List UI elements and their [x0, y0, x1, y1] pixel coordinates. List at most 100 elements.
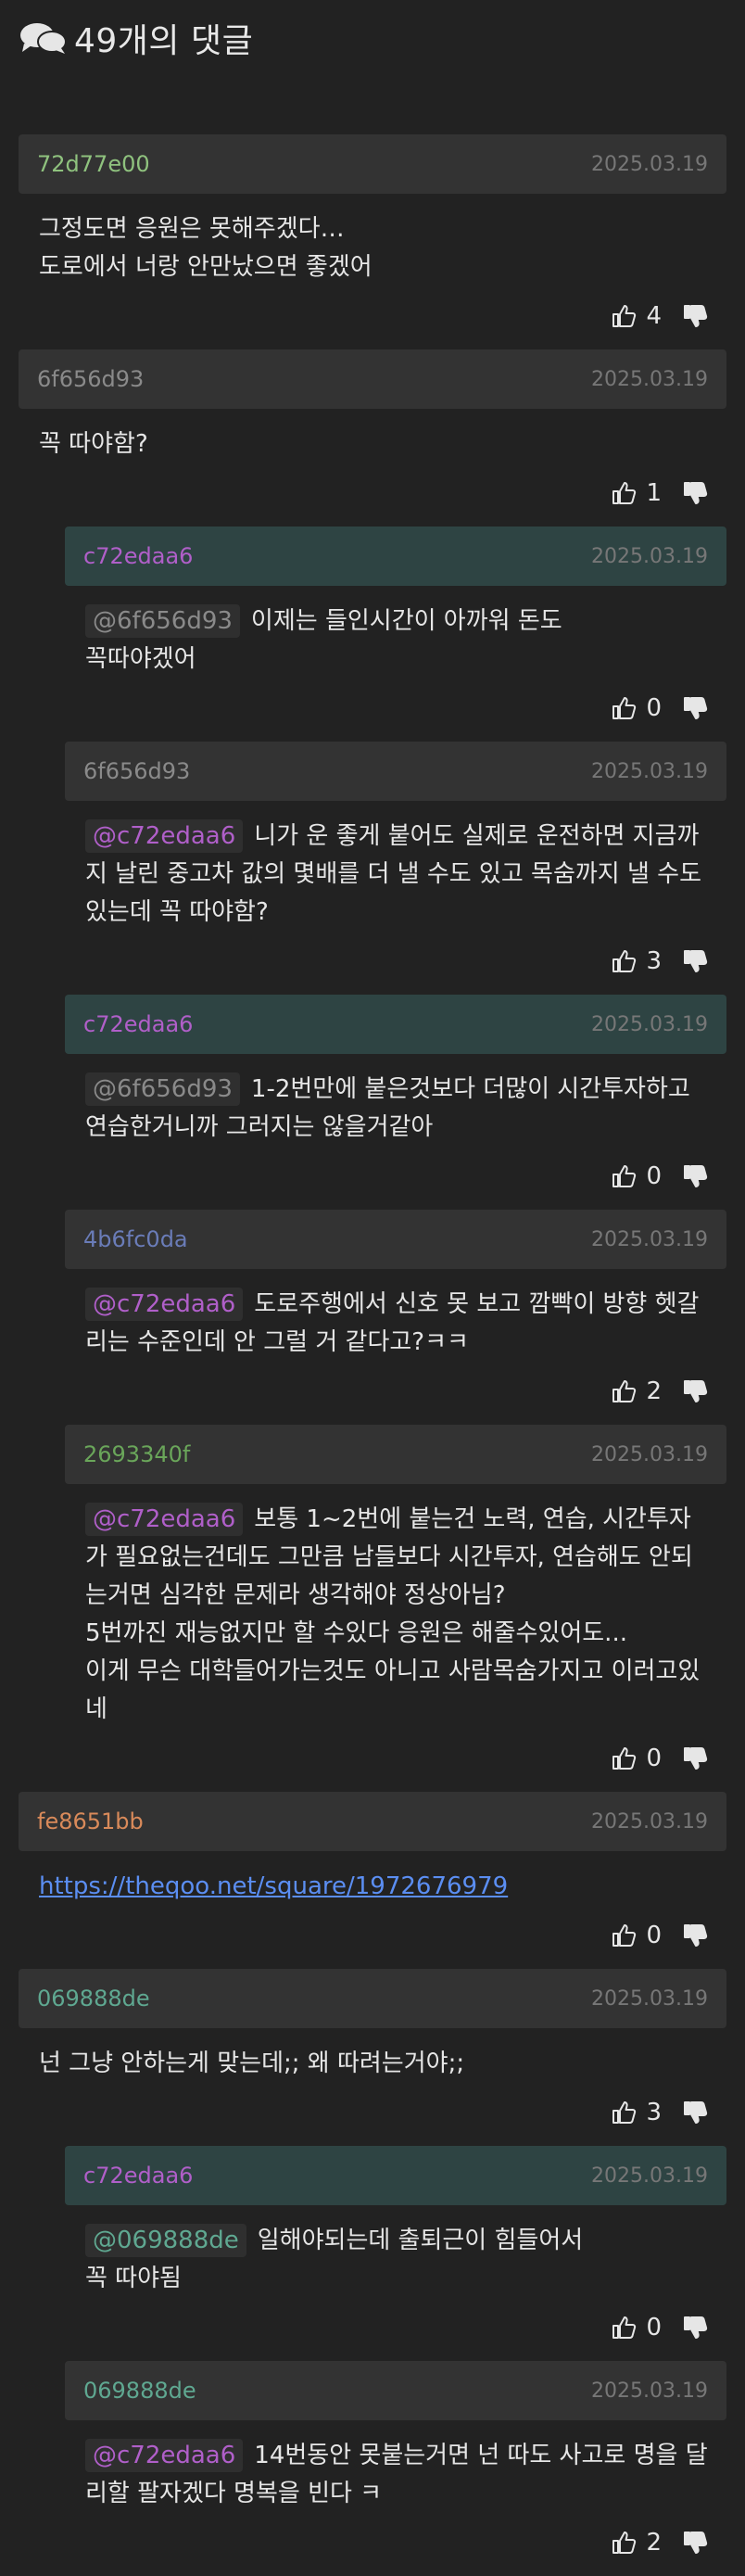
comments-header: 49개의 댓글: [0, 0, 745, 60]
thumbs-down-icon: [682, 948, 708, 974]
like-button[interactable]: 3: [611, 2099, 662, 2126]
comment-header: 6f656d93 2025.03.19: [65, 742, 726, 801]
thumbs-up-icon: [611, 2530, 646, 2556]
comment-author-id[interactable]: 72d77e00: [37, 151, 150, 177]
comment-date: 2025.03.19: [591, 1442, 708, 1466]
dislike-button[interactable]: [682, 1378, 708, 1404]
comment-body: @069888de 일해야되는데 출퇴근이 힘들어서 꼭 따야됨: [65, 2205, 726, 2298]
thumbs-down-icon: [682, 2100, 708, 2126]
comment-date: 2025.03.19: [591, 1986, 708, 2011]
comment-body: @c72edaa6 니가 운 좋게 붙어도 실제로 운전하면 지금까지 날린 중고…: [65, 801, 726, 932]
reply-comment: c72edaa6 2025.03.19 @6f656d93 1-2번만에 붙은것보다 …: [65, 995, 726, 1195]
dislike-button[interactable]: [682, 2530, 708, 2556]
mention-tag[interactable]: @069888de: [85, 2224, 246, 2257]
comment-author-id[interactable]: 2693340f: [83, 1441, 190, 1467]
comment-text: 꼭 따야함?: [39, 430, 148, 458]
mention-tag[interactable]: @6f656d93: [85, 1072, 240, 1106]
comment-author-id[interactable]: c72edaa6: [83, 543, 193, 569]
comment-header: 069888de 2025.03.19: [65, 2361, 726, 2420]
comment-author-id[interactable]: 4b6fc0da: [83, 1226, 188, 1252]
thumbs-down-icon: [682, 480, 708, 506]
comment-body: 그정도면 응원은 못해주겠다… 도로에서 너랑 안만났으면 좋겠어: [19, 194, 726, 286]
reply-comment: c72edaa6 2025.03.19 @6f656d93 이제는 들인시간이 아까워…: [65, 527, 726, 727]
comment-date: 2025.03.19: [591, 152, 708, 176]
like-count: 3: [646, 2099, 662, 2126]
like-button[interactable]: 3: [611, 947, 662, 975]
vote-bar: 0: [65, 1740, 726, 1777]
comment-header: fe8651bb 2025.03.19: [19, 1792, 726, 1851]
comment-author-id[interactable]: fe8651bb: [37, 1808, 144, 1834]
dislike-button[interactable]: [682, 480, 708, 506]
mention-tag[interactable]: @c72edaa6: [85, 2439, 244, 2472]
thumbs-down-icon: [682, 695, 708, 721]
dislike-button[interactable]: [682, 1745, 708, 1771]
comment-header: 2693340f 2025.03.19: [65, 1425, 726, 1484]
like-count: 0: [646, 2314, 662, 2341]
comment-body: https://theqoo.net/square/1972676979: [19, 1851, 726, 1906]
like-button[interactable]: 0: [611, 1922, 662, 1949]
thumbs-up-icon: [611, 2315, 646, 2341]
thumbs-up-icon: [611, 1922, 646, 1948]
mention-tag[interactable]: @c72edaa6: [85, 1288, 244, 1321]
comment-author-id[interactable]: 6f656d93: [83, 758, 190, 784]
comment-list: 72d77e00 2025.03.19 그정도면 응원은 못해주겠다… 도로에서 너…: [19, 134, 726, 2576]
thumbs-down-icon: [682, 303, 708, 329]
like-count: 1: [646, 479, 662, 507]
comments-count-title: 49개의 댓글: [74, 22, 254, 60]
comment: 069888de 2025.03.19 넌 그냥 안하는게 맞는데;; 왜 따려는거…: [19, 1969, 726, 2131]
comment-text: 그정도면 응원은 못해주겠다… 도로에서 너랑 안만났으면 좋겠어: [39, 215, 372, 281]
like-button[interactable]: 2: [611, 2529, 662, 2557]
dislike-button[interactable]: [682, 1922, 708, 1948]
dislike-button[interactable]: [682, 1163, 708, 1189]
comment-date: 2025.03.19: [591, 2379, 708, 2403]
thumbs-down-icon: [682, 1745, 708, 1771]
comment-body: @c72edaa6 도로주행에서 신호 못 보고 깜빡이 방향 헷갈리는 수준인데…: [65, 1269, 726, 1362]
reply-comment: 2693340f 2025.03.19 @c72edaa6 보통 1~2번에 붙는건 …: [65, 1425, 726, 1777]
mention-tag[interactable]: @c72edaa6: [85, 819, 244, 853]
comment-link[interactable]: https://theqoo.net/square/1972676979: [39, 1872, 508, 1900]
comments-page: 49개의 댓글 72d77e00 2025.03.19 그정도면 응원은 못해주겠다…: [0, 0, 745, 2557]
thumbs-up-icon: [611, 948, 646, 974]
like-count: 2: [646, 2529, 662, 2557]
comment-date: 2025.03.19: [591, 759, 708, 783]
vote-bar: 3: [65, 943, 726, 980]
comment-date: 2025.03.19: [591, 367, 708, 391]
mention-tag[interactable]: @6f656d93: [85, 604, 240, 638]
vote-bar: 1: [19, 475, 726, 512]
thumbs-up-icon: [611, 695, 646, 721]
comment-header: c72edaa6 2025.03.19: [65, 527, 726, 586]
dislike-button[interactable]: [682, 2100, 708, 2126]
comment-author-id[interactable]: 6f656d93: [37, 366, 144, 392]
comment-author-id[interactable]: c72edaa6: [83, 1011, 193, 1037]
like-button[interactable]: 0: [611, 694, 662, 722]
comment-date: 2025.03.19: [591, 1809, 708, 1834]
comment-author-id[interactable]: 069888de: [37, 1986, 150, 2011]
dislike-button[interactable]: [682, 303, 708, 329]
like-button[interactable]: 0: [611, 1745, 662, 1772]
dislike-button[interactable]: [682, 2315, 708, 2341]
thumbs-up-icon: [611, 480, 646, 506]
comment-body: 넌 그냥 안하는게 맞는데;; 왜 따려는거야;;: [19, 2028, 726, 2083]
dislike-button[interactable]: [682, 695, 708, 721]
thumbs-up-icon: [611, 1745, 646, 1771]
reply-comment: c72edaa6 2025.03.19 @069888de 일해야되는데 출퇴근이 힘…: [65, 2146, 726, 2346]
dislike-button[interactable]: [682, 948, 708, 974]
like-button[interactable]: 4: [611, 302, 662, 330]
like-count: 2: [646, 1377, 662, 1405]
comment-author-id[interactable]: c72edaa6: [83, 2163, 193, 2189]
like-count: 0: [646, 1162, 662, 1190]
comment: 6f656d93 2025.03.19 꼭 따야함? 1: [19, 349, 726, 512]
vote-bar: 2: [65, 2524, 726, 2561]
like-button[interactable]: 0: [611, 2314, 662, 2341]
like-button[interactable]: 0: [611, 1162, 662, 1190]
mention-tag[interactable]: @c72edaa6: [85, 1503, 244, 1536]
thumbs-up-icon: [611, 2100, 646, 2126]
like-button[interactable]: 1: [611, 479, 662, 507]
comment-author-id[interactable]: 069888de: [83, 2378, 196, 2404]
vote-bar: 0: [65, 1158, 726, 1195]
vote-bar: 4: [19, 298, 726, 335]
thumbs-up-icon: [611, 1378, 646, 1404]
comment-date: 2025.03.19: [591, 1227, 708, 1251]
like-count: 0: [646, 1922, 662, 1949]
like-button[interactable]: 2: [611, 1377, 662, 1405]
